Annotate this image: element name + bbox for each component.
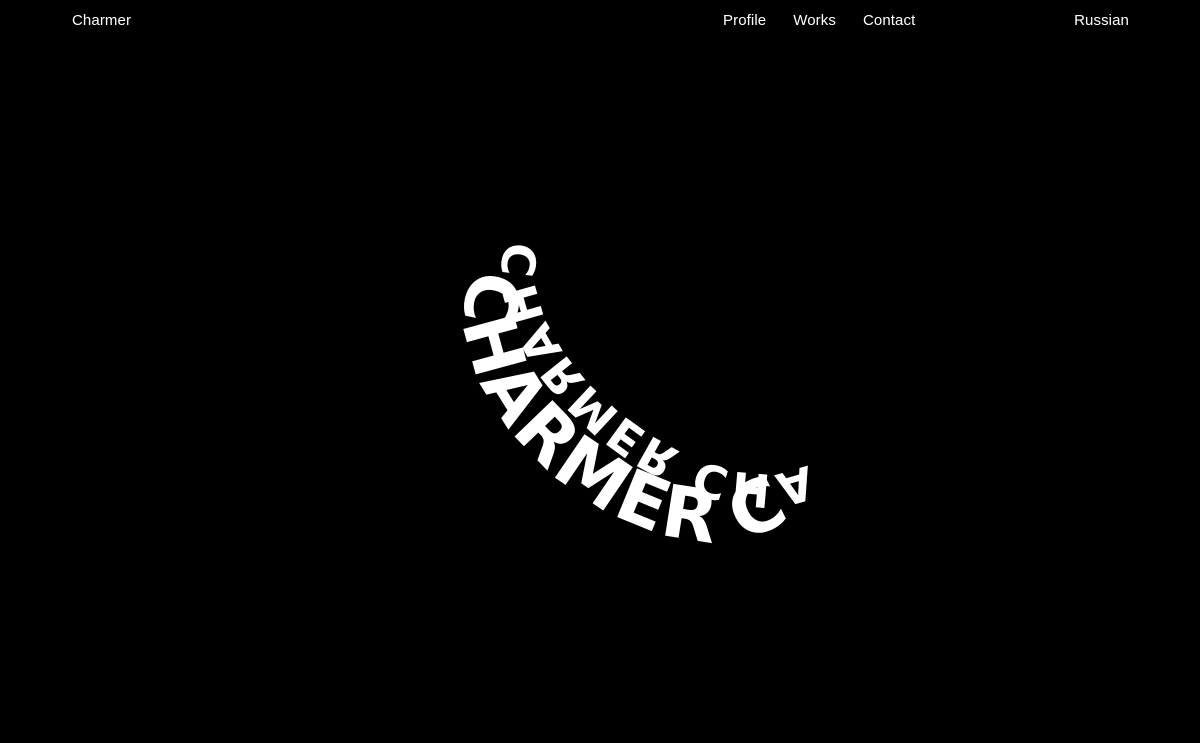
hero-3d-ring-graphic: CHARMER CHARMER CHARMER CHARMER [340, 200, 860, 670]
brand-logo-link[interactable]: Charmer [72, 12, 131, 30]
top-navigation-bar: Charmer Profile Works Contact Russian [0, 0, 1200, 44]
nav-link-contact[interactable]: Contact [863, 12, 915, 30]
ring-typography-svg: CHARMER CHARMER CHARMER CHARMER [340, 200, 860, 632]
page: Charmer Profile Works Contact Russian CH… [0, 0, 1200, 743]
language-switch-link[interactable]: Russian [1074, 12, 1129, 30]
main-nav: Profile Works Contact [723, 12, 915, 30]
ring-back-text: CHARMER CHARMER [340, 200, 844, 623]
nav-link-works[interactable]: Works [793, 12, 836, 30]
nav-link-profile[interactable]: Profile [723, 12, 766, 30]
